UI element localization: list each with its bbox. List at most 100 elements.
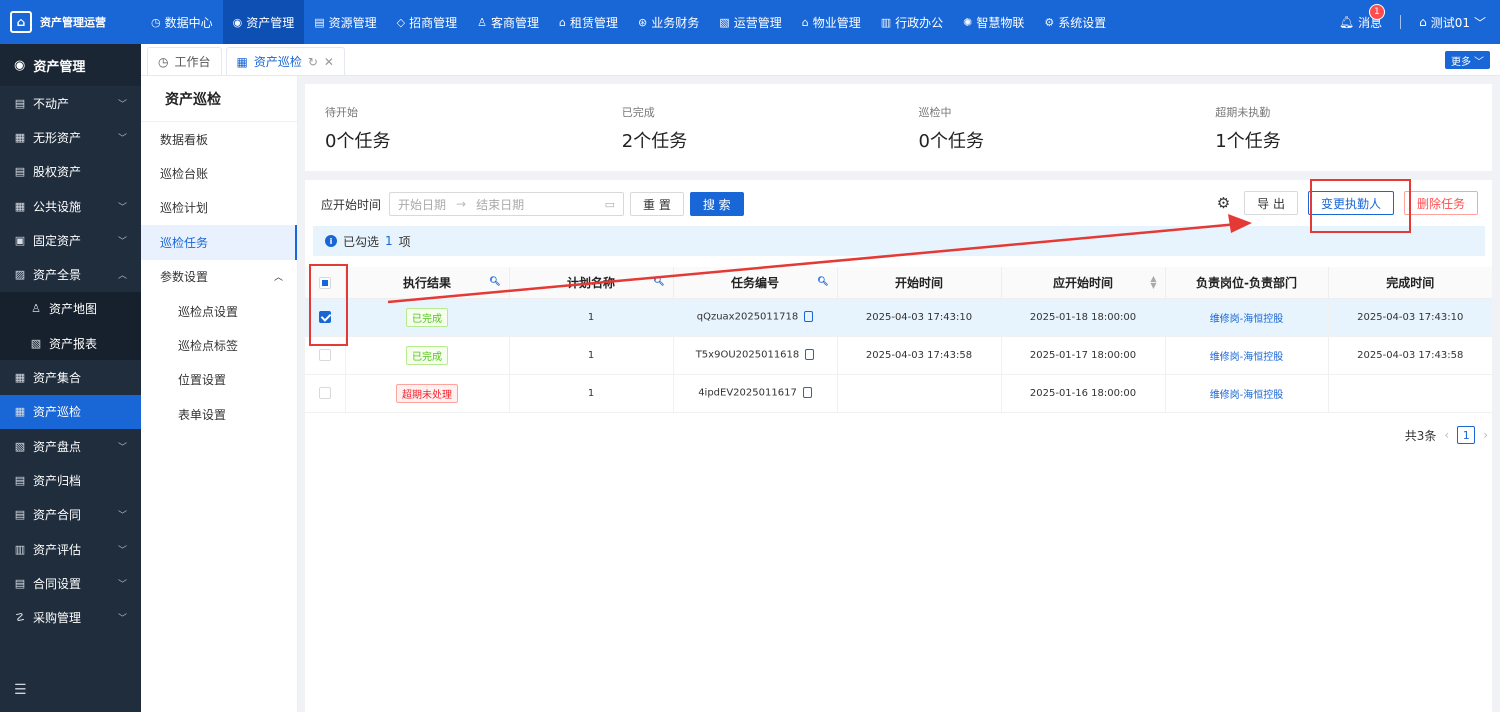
sub-menu-item[interactable]: 位置设置	[141, 363, 297, 397]
code-cell: qQzuax2025011718	[673, 298, 838, 337]
annotation-button-highlight	[1310, 179, 1411, 233]
row-select-cell	[305, 374, 346, 413]
top-nav-item[interactable]: ▥ 行政办公	[871, 0, 953, 44]
start-date-input[interactable]: 开始日期	[398, 196, 446, 213]
table-row[interactable]: 已完成 1 T5x9OU2025011618 2025-04-03 17:43:58 2…	[305, 336, 1492, 375]
top-nav-item[interactable]: ▤ 资源管理	[304, 0, 386, 44]
sub-menu-item[interactable]: 巡检计划	[141, 191, 297, 225]
table-row[interactable]: 超期未处理 1 4ipdEV2025011617 2025-01-16 18:00:0…	[305, 374, 1492, 413]
refresh-icon[interactable]: ↻	[308, 55, 318, 69]
row-checkbox[interactable]	[318, 387, 331, 399]
sidebar-item[interactable]: ▨ 资产全景 ︿	[0, 257, 141, 291]
sub-menu-item[interactable]: 表单设置	[141, 397, 297, 431]
copy-icon[interactable]	[802, 387, 812, 399]
task-code: qQzuax2025011718	[696, 311, 799, 323]
sidebar-item[interactable]: ▤ 股权资产	[0, 155, 141, 189]
sidebar-item[interactable]: ☡ 采购管理 ﹀	[0, 600, 141, 634]
close-icon[interactable]: ✕	[324, 55, 334, 69]
sort-icon[interactable]: ▲ ▼	[1150, 275, 1156, 290]
copy-icon[interactable]	[805, 349, 815, 361]
chevron-icon: ﹀	[117, 442, 127, 453]
sub-menu-item[interactable]: 参数设置 ︿	[141, 260, 297, 294]
sub-menu-item[interactable]: 巡检台账	[141, 156, 297, 190]
sidebar-item[interactable]: ▤ 资产归档	[0, 463, 141, 497]
search-icon[interactable]: 🔍︎	[489, 277, 500, 287]
tab-workbench[interactable]: ◷ 工作台	[147, 47, 222, 75]
top-nav-item[interactable]: ⌂ 物业管理	[792, 0, 871, 44]
sidebar-item[interactable]: ▤ 资产合同 ﹀	[0, 498, 141, 532]
search-icon[interactable]: 🔍︎	[817, 277, 828, 287]
top-nav-item[interactable]: ⌂ 租赁管理	[549, 0, 628, 44]
result-cell: 已完成	[345, 336, 510, 375]
user-menu[interactable]: ⌂ 测试01 ﹀	[1419, 14, 1486, 31]
sidebar-item[interactable]: ▤ 不动产 ﹀	[0, 86, 141, 120]
settings-gear-icon[interactable]: ⚙	[1217, 194, 1230, 212]
table-row[interactable]: 已完成 1 qQzuax2025011718 2025-04-03 17:43:10 2…	[305, 298, 1492, 337]
sub-menu-item[interactable]: 巡检任务	[141, 225, 297, 260]
divider	[1400, 15, 1402, 29]
copy-icon[interactable]	[804, 311, 814, 323]
top-nav-item[interactable]: ⚙ 系统设置	[1034, 0, 1116, 44]
chevron-icon: ︿	[117, 271, 127, 282]
brand[interactable]: ⌂ 资产管理运营	[0, 0, 141, 44]
top-nav-item[interactable]: ◉ 资产管理	[222, 0, 305, 44]
header-label: 执行结果	[402, 275, 451, 290]
delete-task-button[interactable]: 删除任务	[1403, 191, 1478, 215]
search-icon[interactable]: 🔍︎	[653, 277, 664, 287]
stat-pending: 待开始 0个任务	[305, 84, 602, 171]
top-nav-item[interactable]: ♙ 客商管理	[467, 0, 549, 44]
top-nav-item[interactable]: ◷ 数据中心	[141, 0, 223, 44]
export-button[interactable]: 导 出	[1244, 191, 1298, 215]
reset-button[interactable]: 重 置	[630, 192, 684, 216]
sub-menu-item[interactable]: 巡检点设置	[141, 294, 297, 328]
due-time-cell: 2025-01-18 18:00:00	[1001, 298, 1166, 337]
sidebar-item[interactable]: ▤ 合同设置 ﹀	[0, 566, 141, 600]
chevron-left-icon[interactable]: ‹	[1444, 428, 1449, 442]
date-range-picker[interactable]: 开始日期 → 结束日期 ▭	[389, 192, 625, 216]
selection-count: 1	[385, 234, 393, 248]
sidebar-item[interactable]: ▦ 资产巡检	[0, 394, 141, 429]
top-nav-item[interactable]: ◇ 招商管理	[387, 0, 467, 44]
owner-link[interactable]: 维修岗-海恒控股	[1210, 352, 1284, 363]
sidebar-item[interactable]: ▣ 固定资产 ﹀	[0, 223, 141, 257]
nav-label: 行政办公	[895, 15, 944, 30]
sub-menu-item[interactable]: 巡检点标签	[141, 328, 297, 362]
tab-asset-inspection[interactable]: ▦ 资产巡检 ↻ ✕	[225, 47, 345, 75]
column-header: 负责岗位-负责部门	[1165, 267, 1329, 299]
owner-link[interactable]: 维修岗-海恒控股	[1210, 314, 1284, 325]
nav-icon: ✺	[963, 15, 973, 29]
page-number[interactable]: 1	[1457, 426, 1476, 444]
chevron-icon: ﹀	[117, 99, 127, 110]
calendar-icon: ▭	[604, 197, 616, 211]
top-nav-menu: ◷ 数据中心 ◉ 资产管理 ▤ 资源管理 ◇ 招商管理 ♙ 客商管理 ⌂ 租赁管理 ⊛ 业务财务 ▧ 运营管理…	[141, 0, 1116, 44]
sidebar-item[interactable]: ▦ 资产集合	[0, 360, 141, 394]
top-nav-item[interactable]: ✺ 智慧物联	[953, 0, 1034, 44]
collapse-menu-icon[interactable]: ☰	[14, 682, 27, 698]
plan-cell: 1	[509, 298, 674, 337]
search-button[interactable]: 搜 索	[689, 192, 744, 216]
nav-label: 业务财务	[651, 15, 700, 30]
bank-icon: ⌂	[1419, 15, 1427, 29]
more-button[interactable]: 更多 ﹀	[1445, 51, 1490, 69]
messages-button[interactable]: 🔔︎ 消息 1	[1339, 3, 1385, 31]
top-nav-item[interactable]: ▧ 运营管理	[709, 0, 791, 44]
sidebar-item[interactable]: ▦ 无形资产 ﹀	[0, 120, 141, 154]
nav-icon: ⚙	[1044, 15, 1055, 29]
end-date-input[interactable]: 结束日期	[476, 196, 524, 213]
chevron-icon: ﹀	[117, 133, 127, 144]
nav-icon: ⊛	[638, 15, 648, 29]
menu-icon: ☡	[15, 611, 25, 625]
sidebar-item[interactable]: ▧ 资产报表	[0, 326, 141, 361]
row-checkbox[interactable]	[318, 349, 331, 361]
owner-link[interactable]: 维修岗-海恒控股	[1210, 390, 1284, 401]
menu-icon: ▦	[14, 130, 26, 144]
sub-menu-item[interactable]: 数据看板	[141, 122, 297, 156]
chevron-right-icon[interactable]: ›	[1483, 428, 1488, 442]
sidebar-item[interactable]: ▥ 资产评估 ﹀	[0, 532, 141, 566]
result-cell: 超期未处理	[345, 374, 510, 413]
sidebar-item[interactable]: ♙ 资产地图	[0, 291, 141, 327]
top-nav-item[interactable]: ⊛ 业务财务	[628, 0, 709, 44]
sub-menu-label: 巡检计划	[160, 201, 209, 216]
sidebar-item[interactable]: ▦ 公共设施 ﹀	[0, 189, 141, 223]
sidebar-item[interactable]: ▧ 资产盘点 ﹀	[0, 429, 141, 463]
